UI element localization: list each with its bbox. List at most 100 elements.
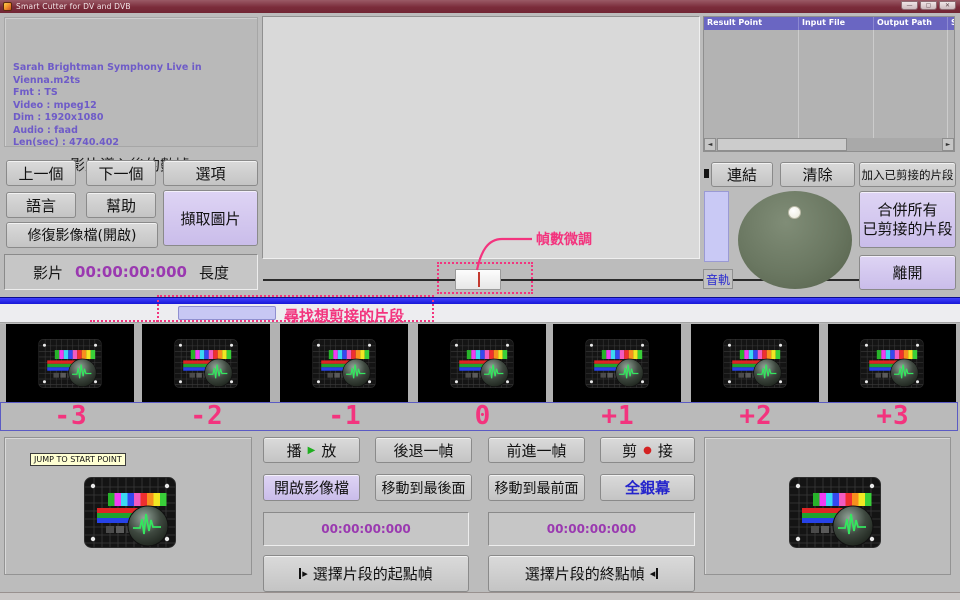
- next-button[interactable]: 下一個: [86, 160, 156, 186]
- volume-slider[interactable]: [704, 191, 729, 262]
- column-output-path: Output Path: [874, 17, 948, 30]
- result-table[interactable]: Result Point Input File Output Path S ◄ …: [703, 16, 955, 152]
- video-length-time: 00:00:00:000: [75, 263, 187, 281]
- column-result-point: Result Point: [704, 17, 799, 30]
- scroll-left-icon[interactable]: ◄: [704, 138, 716, 151]
- video-preview: [262, 16, 700, 259]
- filmstrip-frame[interactable]: [553, 324, 681, 402]
- frame-offset-label: 0: [419, 403, 547, 430]
- maximize-icon[interactable]: ▢: [920, 1, 937, 10]
- column-input-file: Input File: [799, 17, 874, 30]
- merge-label-line2: 已剪接的片段: [862, 220, 952, 239]
- table-h-scrollbar[interactable]: ◄ ►: [704, 138, 954, 151]
- previous-button[interactable]: 上一個: [6, 160, 76, 186]
- column-separator: [873, 30, 874, 138]
- film-strip: [0, 324, 960, 402]
- frame-offset-label: +2: [692, 403, 820, 430]
- test-pattern-icon: [174, 339, 238, 388]
- end-time-display: 00:00:00:000: [488, 512, 695, 546]
- back-one-frame-button[interactable]: 後退一幀: [375, 437, 472, 463]
- length-prefix-label: 影片: [33, 262, 63, 283]
- column-separator: [947, 30, 948, 138]
- link-button[interactable]: 連結: [711, 162, 773, 187]
- result-table-header: Result Point Input File Output Path S: [704, 17, 954, 30]
- close-icon[interactable]: ✕: [939, 1, 956, 10]
- test-pattern-icon: [723, 339, 787, 388]
- help-button[interactable]: 幫助: [86, 192, 156, 218]
- media-info-panel: Sarah Brightman Symphony Live in Vienna.…: [4, 17, 258, 147]
- window-title: Smart Cutter for DV and DVB: [16, 2, 131, 11]
- frame-offset-label: -1: [281, 403, 409, 430]
- table-scroll-thumb[interactable]: [717, 138, 847, 151]
- window-bottom-edge: [0, 592, 960, 600]
- column-separator: [798, 30, 799, 138]
- play-label-right: 放: [321, 440, 336, 461]
- frame-offset-label: +1: [554, 403, 682, 430]
- clear-button[interactable]: 清除: [780, 162, 855, 187]
- test-pattern-icon: [450, 339, 514, 388]
- media-audio-codec: Audio : faad: [13, 125, 257, 138]
- filmstrip-frame[interactable]: [418, 324, 546, 402]
- add-cut-segment-button[interactable]: 加入已剪接的片段: [859, 162, 956, 187]
- repair-file-button[interactable]: 修復影像檔(開啟): [6, 222, 158, 248]
- filmstrip-frame[interactable]: [691, 324, 819, 402]
- jog-wheel-knob[interactable]: [788, 206, 801, 219]
- media-dimensions: Dim : 1920x1080: [13, 112, 257, 125]
- cut-label-right: 接: [658, 440, 673, 461]
- result-table-body[interactable]: [704, 30, 954, 138]
- move-to-front-button[interactable]: 移動到最前面: [488, 474, 585, 501]
- app-icon: [3, 2, 12, 11]
- language-button[interactable]: 語言: [6, 192, 76, 218]
- select-start-frame-button[interactable]: ▸ 選擇片段的起點幀: [263, 555, 469, 592]
- start-time-display: 00:00:00:000: [263, 512, 469, 546]
- media-video-codec: Video : mpeg12: [13, 100, 257, 113]
- frame-offset-label: +3: [829, 403, 957, 430]
- minimize-icon[interactable]: —: [901, 1, 918, 10]
- exit-button[interactable]: 離開: [859, 255, 956, 290]
- select-end-frame-button[interactable]: 選擇片段的終點幀 ◂: [488, 555, 695, 592]
- title-bar: Smart Cutter for DV and DVB — ▢ ✕: [0, 0, 960, 13]
- audio-track-text: 音軌: [706, 271, 730, 288]
- test-pattern-icon: [585, 339, 649, 388]
- filmstrip-frame[interactable]: [142, 324, 270, 402]
- move-to-end-button[interactable]: 移動到最後面: [375, 474, 472, 501]
- test-pattern-icon: [38, 339, 102, 388]
- find-segment-highlight-tail: [90, 320, 158, 322]
- select-start-label: 選擇片段的起點幀: [313, 563, 433, 584]
- jump-to-start-tooltip: JUMP TO START POINT: [30, 453, 126, 466]
- forward-one-frame-button[interactable]: 前進一幀: [488, 437, 585, 463]
- find-segment-highlight: [157, 295, 434, 322]
- scroll-right-icon[interactable]: ►: [942, 138, 954, 151]
- fullscreen-button[interactable]: 全銀幕: [600, 474, 695, 501]
- options-button[interactable]: 選項: [163, 160, 258, 186]
- fullscreen-label: 全銀幕: [625, 477, 670, 498]
- cut-button[interactable]: 剪 ● 接: [600, 437, 695, 463]
- capture-image-button[interactable]: 擷取圖片: [163, 190, 258, 246]
- end-arrow-icon: ◂: [650, 568, 659, 579]
- media-format: Fmt : TS: [13, 87, 257, 100]
- media-length-sec: Len(sec) : 4740.402: [13, 137, 257, 150]
- test-pattern-icon: [312, 339, 376, 388]
- start-arrow-icon: ▸: [299, 568, 308, 579]
- record-dot-icon: ●: [643, 445, 652, 456]
- fine-slider-track[interactable]: [263, 279, 948, 281]
- media-filename: Sarah Brightman Symphony Live in Vienna.…: [13, 62, 257, 87]
- frame-tune-arrow: [468, 232, 534, 274]
- filmstrip-frame[interactable]: [828, 324, 956, 402]
- link-indicator: [704, 169, 709, 178]
- start-frame-test-pattern-icon: [84, 477, 176, 548]
- frame-offset-label-strip: -3 -2 -1 0 +1 +2 +3: [0, 402, 958, 431]
- merge-all-segments-button[interactable]: 合併所有 已剪接的片段: [859, 191, 956, 248]
- play-icon: ▶: [308, 445, 316, 456]
- audio-track-label: 音軌: [703, 269, 733, 289]
- open-video-file-button[interactable]: 開啟影像檔: [263, 474, 360, 501]
- frame-offset-label: -2: [143, 403, 271, 430]
- play-label-left: 播: [287, 440, 302, 461]
- column-s: S: [948, 17, 954, 30]
- filmstrip-frame[interactable]: [280, 324, 408, 402]
- video-length-bar: 影片 00:00:00:000 長度: [4, 254, 258, 290]
- play-button[interactable]: 播 ▶ 放: [263, 437, 360, 463]
- merge-label-line1: 合併所有: [877, 201, 937, 220]
- filmstrip-frame[interactable]: [6, 324, 134, 402]
- cut-label-left: 剪: [622, 440, 637, 461]
